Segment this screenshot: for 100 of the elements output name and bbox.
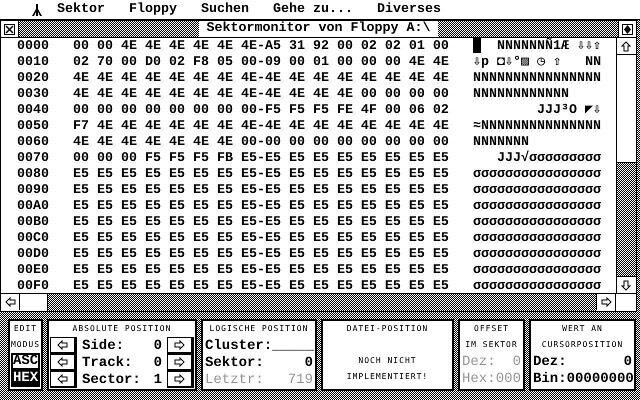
- ascii-text[interactable]: σσσσσσσσσσσσσσσσ: [473, 263, 603, 279]
- hex-bytes[interactable]: E5 E5 E5 E5 E5 E5 E5 E5-E5 E5 E5 E5 E5 E5 E5 E5: [73, 199, 473, 215]
- decrement-button[interactable]: [50, 337, 77, 354]
- panel-title: CURSORPOSITION: [542, 339, 624, 351]
- hex-bytes[interactable]: E5 E5 E5 E5 E5 E5 E5 E5-E5 E5 E5 E5 E5 E5 E5 E5: [73, 215, 473, 231]
- address-text: 0080: [17, 167, 50, 183]
- field-label: Hex:: [462, 370, 496, 386]
- ascii-text[interactable]: σσσσσσσσσσσσσσσσ: [473, 167, 603, 183]
- field-value: 0: [624, 354, 632, 370]
- right-arrow-icon: [600, 296, 612, 308]
- field-value: 000: [496, 370, 521, 386]
- hex-bytes[interactable]: F7 4E 4E 4E 4E 4E 4E 4E-4E 4E 4E 4E 4E 4E 4E 4E: [73, 119, 473, 135]
- ascii-text[interactable]: JJJ√σσσσσσσσσ: [473, 151, 603, 167]
- mode-button[interactable]: ASC: [11, 353, 40, 370]
- left-arrow-icon: [4, 296, 16, 308]
- scroll-up-button[interactable]: [617, 38, 636, 55]
- increment-button[interactable]: [167, 337, 194, 354]
- address-text: 0050: [17, 119, 50, 135]
- right-arrow-icon: [174, 340, 185, 350]
- menu-item[interactable]: Floppy: [129, 2, 177, 18]
- hex-bytes[interactable]: 00 00 00 F5 F5 F5 FB E5-E5 E5 E5 E5 E5 E5 E5 E5: [73, 151, 473, 167]
- hex-bytes[interactable]: 4E 4E 4E 4E 4E 4E 4E 00-00 00 00 00 00 00 00 00: [73, 135, 473, 151]
- scroll-down-button[interactable]: [617, 276, 636, 293]
- panel-label: EDIT: [14, 323, 38, 335]
- ascii-text[interactable]: NNNNNNNNNNNNNNNN: [473, 71, 603, 87]
- field-label: Side:: [82, 338, 124, 354]
- mode-button[interactable]: HEX: [11, 370, 40, 387]
- ascii-text[interactable]: σσσσσσσσσσσσσσσσ: [473, 247, 603, 263]
- left-arrow-icon: [57, 340, 68, 350]
- hex-bytes[interactable]: 00 00 4E 4E 4E 4E 4E 4E-A5 31 92 00 02 02 01 00: [73, 39, 473, 55]
- hex-bytes[interactable]: E5 E5 E5 E5 E5 E5 E5 E5-E5 E5 E5 E5 E5 E5 E5 E5: [73, 167, 473, 183]
- panel-title: WERT AN: [562, 323, 603, 335]
- address-text: 0020: [17, 71, 50, 87]
- scroll-thumb[interactable]: [617, 55, 636, 163]
- address-text: 0010: [17, 55, 50, 71]
- address-text: 0090: [17, 183, 50, 199]
- right-arrow-icon: [174, 356, 185, 368]
- scroll-right-button[interactable]: [596, 294, 615, 310]
- panel-title: IM SEKTOR: [465, 339, 518, 351]
- field-value: 0: [154, 338, 162, 354]
- address-text: 0040: [17, 103, 50, 119]
- ascii-text[interactable]: σσσσσσσσσσσσσσσσ: [473, 215, 603, 231]
- field-value: 0: [512, 354, 521, 370]
- increment-button[interactable]: [167, 354, 194, 371]
- menu-item[interactable]: Suchen: [201, 2, 249, 18]
- address-text: 00D0: [17, 247, 50, 263]
- decrement-button[interactable]: [50, 354, 77, 371]
- ascii-text[interactable]: σσσσσσσσσσσσσσσσ: [473, 231, 603, 247]
- ascii-text[interactable]: JJJ³O ◤⇩: [473, 103, 603, 119]
- left-arrow-icon: [57, 374, 68, 384]
- field-label: Dez:: [533, 354, 567, 370]
- address-text: 00F0: [17, 279, 50, 295]
- hex-bytes[interactable]: 02 70 00 D0 02 F8 05 00-09 00 01 00 00 00 4E 4E: [73, 55, 473, 71]
- address-text: 00A0: [17, 199, 50, 215]
- panel-title: ABSOLUTE POSITION: [72, 323, 172, 335]
- address-text: 00C0: [17, 231, 50, 247]
- panel-label: MODUS: [10, 339, 40, 351]
- ascii-text[interactable]: NNNNNNN: [473, 135, 603, 151]
- hex-bytes[interactable]: E5 E5 E5 E5 E5 E5 E5 E5-E5 E5 E5 E5 E5 E5 E5 E5: [73, 247, 473, 263]
- field-value: 0: [304, 354, 313, 370]
- field-label: Sector:: [82, 372, 141, 388]
- diamond-icon: [622, 24, 633, 34]
- close-button[interactable]: [1, 21, 19, 37]
- increment-button[interactable]: [167, 371, 194, 388]
- address-text: 0030: [17, 87, 50, 103]
- field-label: Sektor:: [205, 354, 264, 370]
- hex-bytes[interactable]: 00 00 00 00 00 00 00 00-F5 F5 F5 FE 4F 00 06 02: [73, 103, 473, 119]
- field-label: Track:: [82, 354, 132, 370]
- scroll-thumb[interactable]: [20, 294, 48, 311]
- ascii-text[interactable]: █ NNNNNNÑ1Æ ⇩⇩⇧: [473, 39, 603, 55]
- hex-bytes[interactable]: E5 E5 E5 E5 E5 E5 E5 E5-E5 E5 E5 E5 E5 E5 E5 E5: [73, 231, 473, 247]
- message-text: NOCH NICHT: [358, 355, 417, 367]
- down-arrow-icon: [621, 280, 632, 290]
- ascii-text[interactable]: σσσσσσσσσσσσσσσσ: [473, 183, 603, 199]
- address-text: 0060: [17, 135, 50, 151]
- ascii-text[interactable]: σσσσσσσσσσσσσσσσ: [473, 279, 603, 295]
- decrement-button[interactable]: [50, 371, 77, 388]
- field-value: 0: [154, 354, 162, 370]
- hex-bytes[interactable]: 4E 4E 4E 4E 4E 4E 4E 4E-4E 4E 4E 4E 4E 4E 4E 4E: [73, 71, 473, 87]
- fullsize-button[interactable]: [618, 21, 636, 37]
- panel-title: OFFSET: [474, 323, 509, 335]
- menu-item[interactable]: Gehe zu...: [273, 2, 353, 18]
- hex-bytes[interactable]: 4E 4E 4E 4E 4E 4E 4E 4E-4E 4E 4E 4E 00 00 00 00: [73, 87, 473, 103]
- menu-item[interactable]: Diverses: [376, 2, 441, 18]
- ascii-text[interactable]: σσσσσσσσσσσσσσσσ: [473, 199, 603, 215]
- field-label: Letztr:: [205, 372, 264, 388]
- right-arrow-icon: [174, 374, 185, 384]
- left-arrow-icon: [57, 356, 68, 368]
- hex-bytes[interactable]: E5 E5 E5 E5 E5 E5 E5 E5-E5 E5 E5 E5 E5 E5 E5 E5: [73, 263, 473, 279]
- ascii-text[interactable]: NNNNNNNNNNNN: [473, 87, 603, 103]
- field-label: Cluster:: [205, 338, 272, 354]
- hex-bytes[interactable]: E5 E5 E5 E5 E5 E5 E5 E5-E5 E5 E5 E5 E5 E5 E5 E5: [73, 183, 473, 199]
- ascii-text[interactable]: ≈NNNNNNNNNNNNNNN: [473, 119, 603, 135]
- address-text: 00E0: [17, 263, 50, 279]
- atari-logo-icon[interactable]: [30, 2, 44, 16]
- menu-item[interactable]: Sektor: [57, 2, 105, 18]
- field-label: Dez:: [462, 354, 496, 370]
- panel-title: DATEI-POSITION: [346, 323, 428, 335]
- hex-bytes[interactable]: E5 E5 E5 E5 E5 E5 E5 E5-E5 E5 E5 E5 E5 E5 E5 E5: [73, 279, 473, 295]
- ascii-text[interactable]: ⇩p ◘⇩°▨ ◷ ⇧ NN: [473, 55, 603, 71]
